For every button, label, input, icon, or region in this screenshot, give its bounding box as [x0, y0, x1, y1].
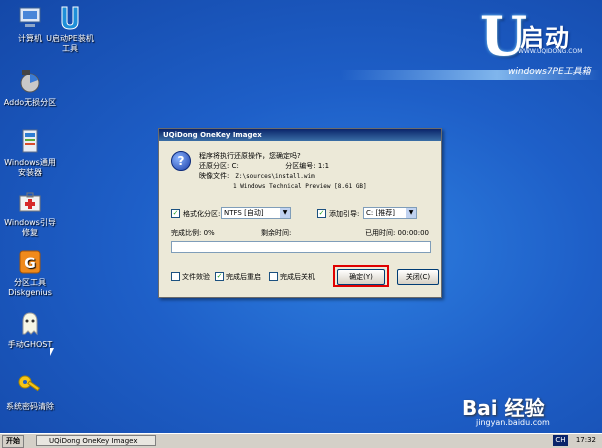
format-checkbox-label: 格式化分区: [183, 210, 221, 218]
uqidong-logo: U 启动 WWW.UQIDONG.COM windows7PE工具箱 [462, 4, 592, 94]
mouse-cursor-icon [50, 348, 54, 356]
info-text: 程序将执行还原操作，您确定吗? 还原分区: C: 分区编号: 1:1 映像文件:… [199, 151, 439, 192]
partition-number-label: 分区编号: 1:1 [285, 162, 330, 170]
reboot-after-label: 完成后重启 [226, 273, 261, 281]
dialog-title[interactable]: UQiDong OneKey Imagex [159, 129, 441, 141]
logo-url: WWW.UQIDONG.COM [518, 48, 583, 55]
partition-row: 还原分区: C: 分区编号: 1:1 [199, 161, 439, 171]
boot-select-value: C: [推荐] [366, 209, 395, 217]
ghost-icon [16, 310, 44, 338]
shutdown-after-label: 完成后关机 [280, 273, 315, 281]
desktop-icon-windows-installer[interactable]: Windows通用 安装器 [2, 128, 58, 178]
baidu-watermark-url: jingyan.baidu.com [476, 418, 550, 427]
clock: 17:32 [575, 436, 596, 444]
start-button[interactable]: 开始 [2, 435, 24, 448]
boot-select[interactable]: C: [推荐] ▼ [363, 207, 417, 219]
desktop-icon-label: 系统密码清除 [6, 402, 54, 411]
file-verify-label: 文件效验 [182, 273, 210, 281]
restore-partition-label: 还原分区: C: [199, 162, 239, 170]
desktop-icon-label: U启动PE装机 工具 [46, 34, 94, 53]
baidu-watermark: Bai 经验 [462, 396, 545, 420]
bottom-controls: 文件效验 完成后重启 完成后关机 确定(Y) 关闭(C) [171, 265, 439, 287]
boot-checkbox[interactable] [317, 209, 326, 218]
reboot-after-checkbox[interactable] [215, 272, 224, 281]
chevron-down-icon: ▼ [406, 208, 416, 218]
options-row: 格式化分区: NTFS [自动] ▼ 添加引导: C: [推荐] ▼ [171, 207, 429, 221]
desktop-icon-password-clear[interactable]: 系统密码清除 [2, 372, 58, 412]
image-file-desc: 1 Windows Technical Preview [8.61 GB] [233, 183, 367, 190]
boot-checkbox-label: 添加引导: [329, 210, 360, 218]
close-button[interactable]: 关闭(C) [397, 269, 439, 285]
question-icon: ? [171, 151, 191, 171]
desktop-icon-label: Windows引导 修复 [4, 218, 56, 237]
diskgenius-icon: G [16, 248, 44, 276]
image-file-path: Z:\sources\install.wim [235, 173, 315, 180]
desktop-icon-diskgenius[interactable]: G 分区工具 Diskgenius [2, 248, 58, 298]
logo-subtitle: windows7PE工具箱 [508, 67, 591, 77]
onekey-imagex-dialog: UQiDong OneKey Imagex ? 程序将执行还原操作，您确定吗? … [158, 128, 442, 298]
image-file-row: 映像文件: Z:\sources\install.wim [199, 171, 439, 182]
elapsed-time-label: 已用时间: 00:00:00 [364, 229, 429, 237]
desktop-icon-boot-repair[interactable]: Windows引导 修复 [2, 188, 58, 238]
ime-indicator[interactable]: CH [553, 435, 568, 446]
taskbar: 开始 UQiDong OneKey Imagex CH 17:32 [0, 433, 602, 448]
u-logo-icon [56, 4, 84, 32]
remaining-time-label: 剩余时间: [261, 229, 292, 237]
first-aid-kit-icon [16, 188, 44, 216]
desktop-icon-uqidong-installer[interactable]: U启动PE装机 工具 [42, 4, 98, 54]
format-select-value: NTFS [自动] [224, 209, 264, 217]
ok-button[interactable]: 确定(Y) [337, 269, 385, 285]
progress-bar [171, 241, 431, 253]
key-icon [16, 372, 44, 400]
file-verify-checkbox[interactable] [171, 272, 180, 281]
shutdown-after-checkbox[interactable] [269, 272, 278, 281]
progress-labels: 完成比例: 0% 剩余时间: 已用时间: 00:00:00 [171, 228, 429, 238]
format-select[interactable]: NTFS [自动] ▼ [221, 207, 291, 219]
svg-text:G: G [24, 256, 36, 272]
desktop-icon-ghost[interactable]: 手动GHOST [2, 310, 58, 350]
desktop-icon-label: 分区工具 Diskgenius [8, 278, 52, 297]
format-checkbox[interactable] [171, 209, 180, 218]
partition-tool-icon [16, 68, 44, 96]
desktop-icon-label: Windows通用 安装器 [4, 158, 56, 177]
computer-icon [16, 4, 44, 32]
desktop-icon-label: Addo无损分区 [3, 98, 57, 107]
desktop-icon-addo-partition[interactable]: Addo无损分区 [2, 68, 58, 108]
taskbar-item-imagex[interactable]: UQiDong OneKey Imagex [36, 435, 156, 446]
windows-installer-icon [16, 128, 44, 156]
system-tray: CH 17:32 [549, 435, 600, 446]
question-text: 程序将执行还原操作，您确定吗? [199, 152, 301, 160]
image-file-label: 映像文件: [199, 172, 230, 180]
chevron-down-icon: ▼ [280, 208, 290, 218]
progress-ratio-label: 完成比例: 0% [171, 229, 215, 237]
